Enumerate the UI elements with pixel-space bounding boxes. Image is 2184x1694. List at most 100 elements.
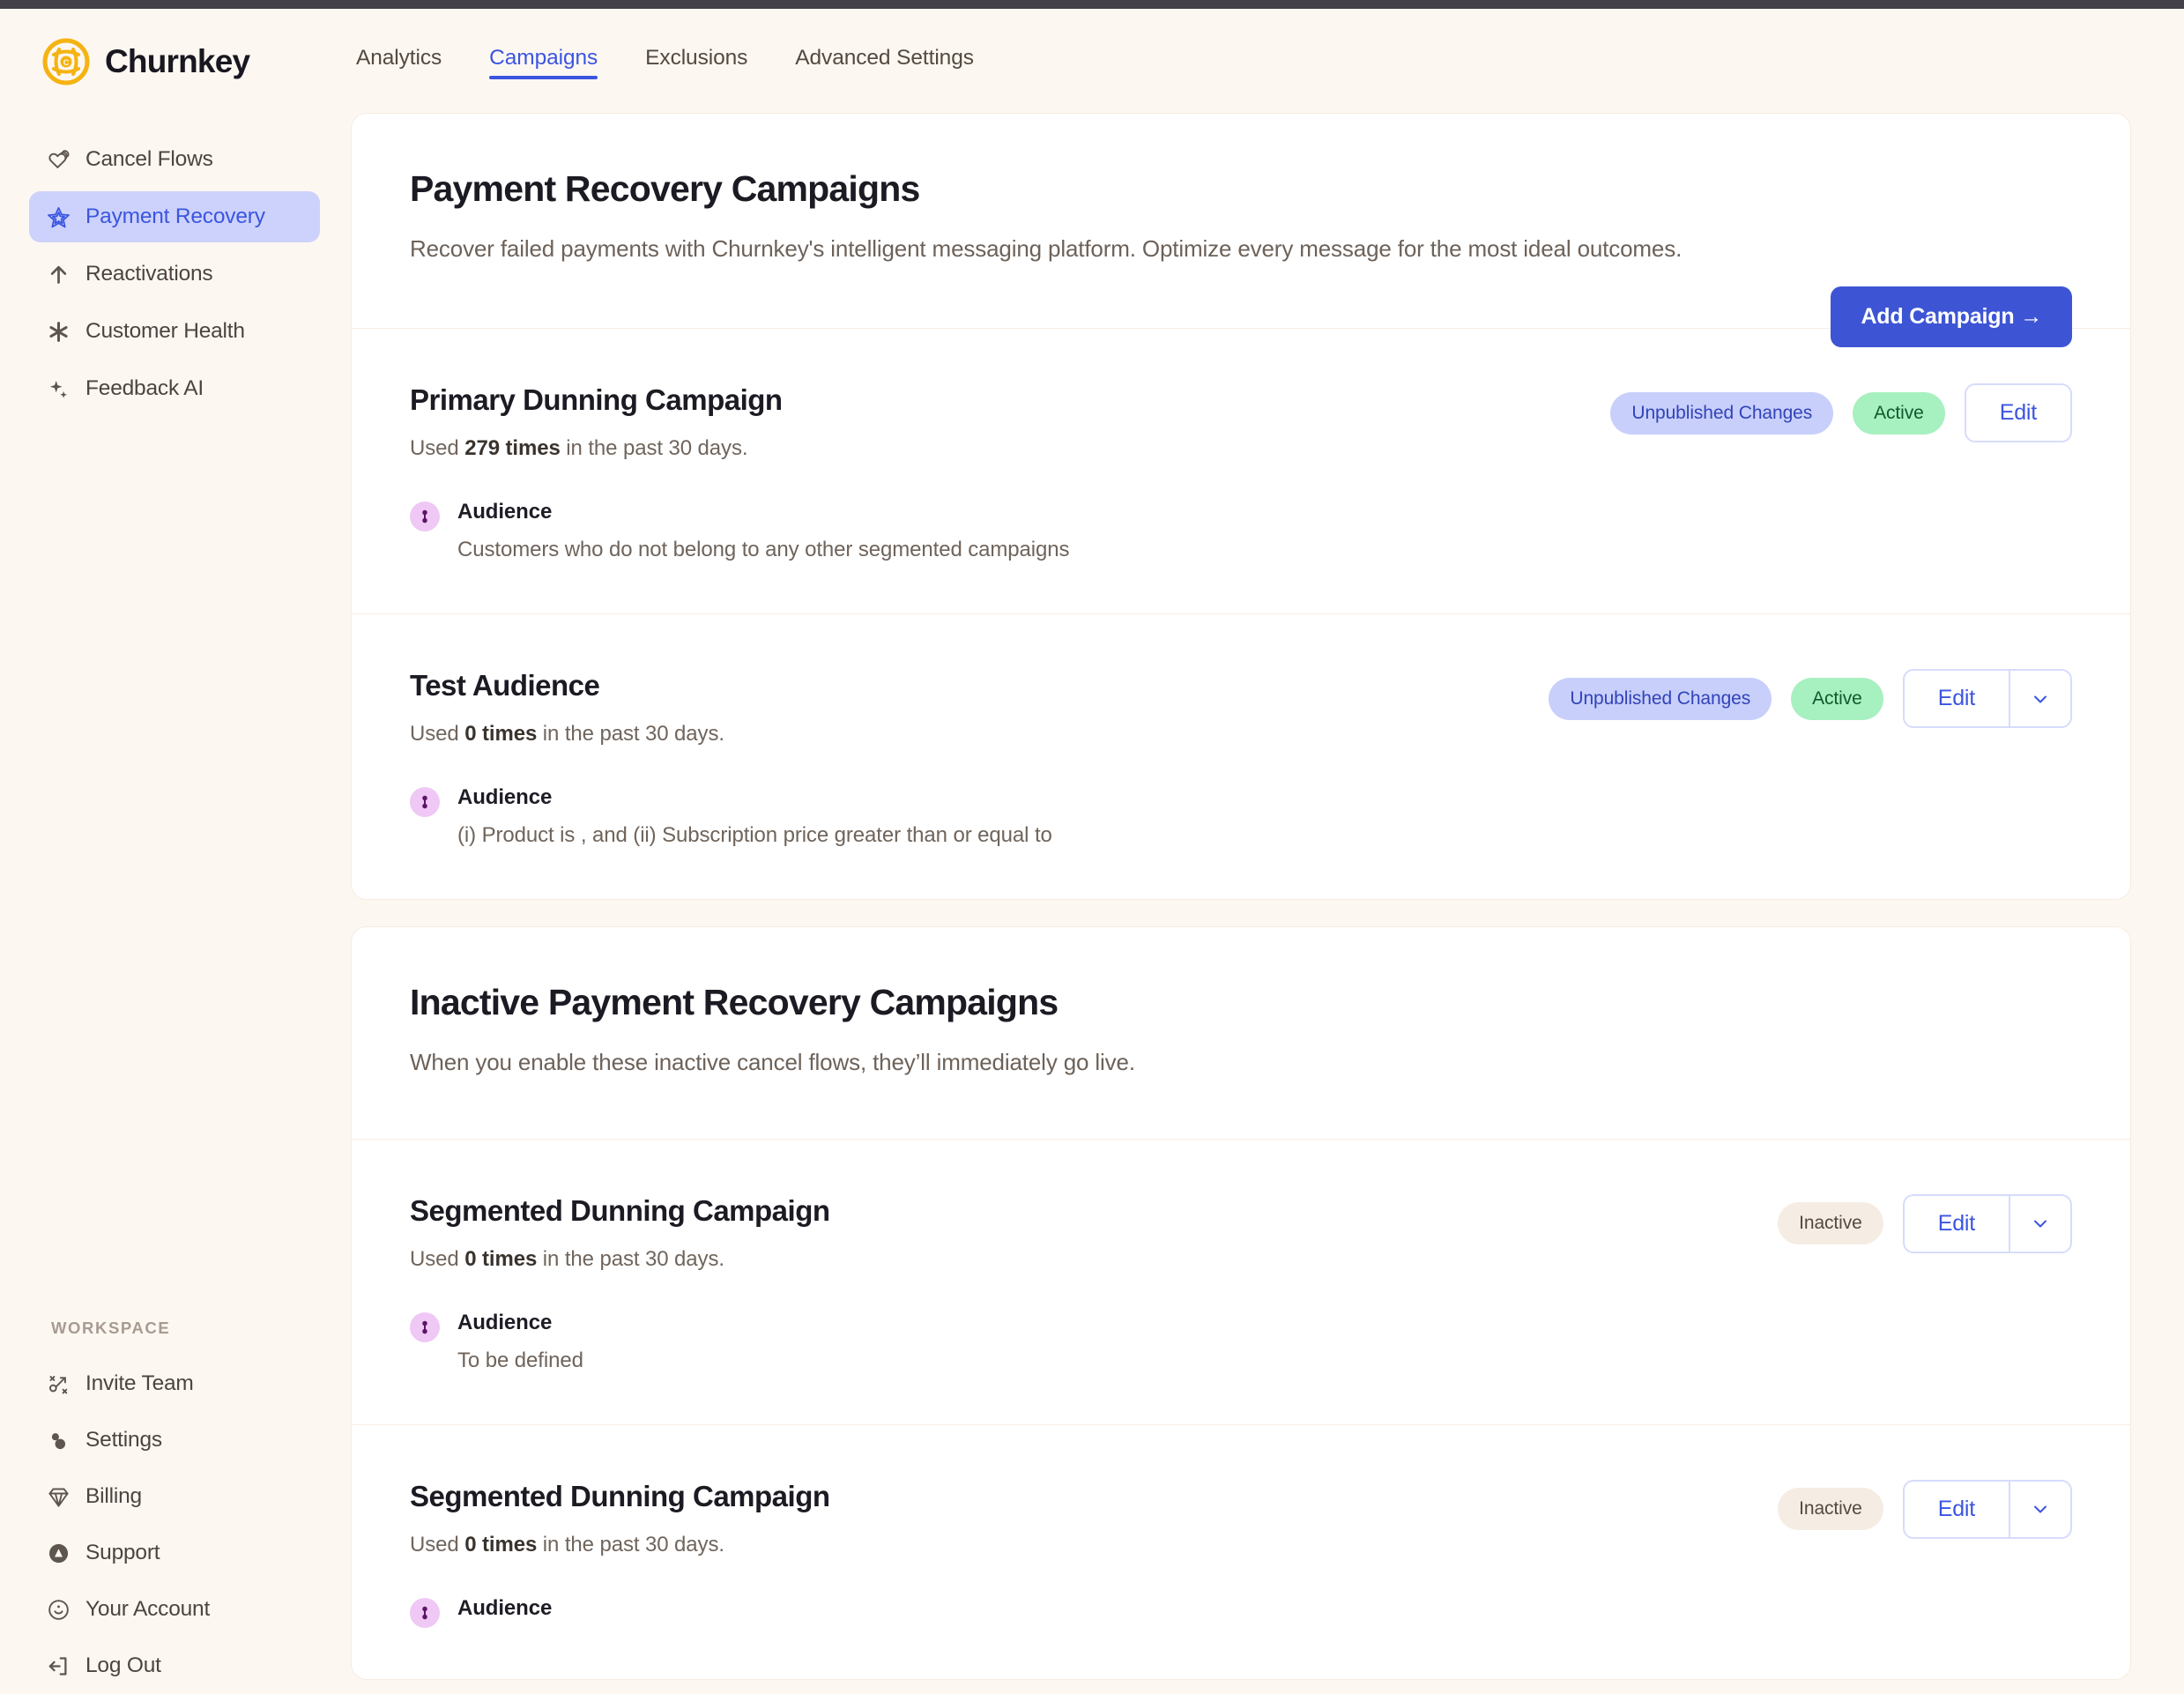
status-badge-inactive: Inactive: [1778, 1202, 1883, 1245]
sidebar-item-settings[interactable]: Settings: [29, 1412, 320, 1468]
inactive-section-header: Inactive Payment Recovery Campaigns When…: [352, 927, 2130, 1140]
sparkles-icon: [45, 375, 71, 402]
audience-icon: [410, 1597, 440, 1628]
active-section-header: Payment Recovery Campaigns Recover faile…: [352, 114, 2130, 347]
asterisk-icon: [45, 318, 71, 345]
tab-campaigns[interactable]: Campaigns: [489, 46, 628, 85]
chevron-down-icon[interactable]: [2009, 1481, 2070, 1537]
audience-label: Audience: [457, 1310, 553, 1334]
sidebar-item-label: Your Account: [85, 1597, 211, 1621]
status-badge-inactive: Inactive: [1778, 1488, 1883, 1531]
campaign-actions: Inactive Edit: [1778, 1193, 2072, 1253]
settings-dots-icon: [45, 1427, 71, 1453]
sidebar-item-label: Log Out: [85, 1653, 161, 1677]
sidebar-item-log-out[interactable]: Log Out: [29, 1638, 320, 1694]
edit-button-group: Edit: [1964, 383, 2072, 443]
edit-button[interactable]: Edit: [1905, 1482, 2009, 1537]
edit-button[interactable]: Edit: [1905, 1196, 2009, 1252]
window-title-strip: [0, 0, 2184, 9]
usage-count: 0 times: [464, 1246, 538, 1271]
edit-button-group: Edit: [1902, 669, 2072, 729]
active-campaigns-group: Payment Recovery Campaigns Recover faile…: [351, 113, 2131, 901]
campaign-actions: Inactive Edit: [1778, 1479, 2072, 1539]
sidebar-item-payment-recovery[interactable]: Payment Recovery: [29, 191, 320, 242]
sidebar-item-label: Cancel Flows: [85, 147, 213, 171]
tab-exclusions[interactable]: Exclusions: [645, 46, 777, 85]
sidebar-item-label: Reactivations: [85, 262, 213, 286]
campaign-row: Segmented Dunning Campaign Used 0 times …: [352, 1140, 2130, 1425]
sidebar-item-customer-health[interactable]: Customer Health: [29, 306, 320, 357]
chevron-down-icon[interactable]: [2009, 671, 2070, 727]
sidebar-item-cancel-flows[interactable]: Cancel Flows: [29, 134, 320, 185]
logout-icon: [45, 1653, 71, 1679]
sidebar-primary-nav: Cancel Flows Payment Recovery Reactivati…: [29, 134, 320, 420]
sidebar-item-invite-team[interactable]: Invite Team: [29, 1356, 320, 1412]
audience-detail: To be defined: [457, 1348, 583, 1372]
inactive-campaigns-group: Inactive Payment Recovery Campaigns When…: [351, 926, 2131, 1680]
usage-count: 0 times: [464, 722, 538, 747]
chevron-down-icon[interactable]: [2009, 1195, 2070, 1252]
status-badge-active: Active: [1791, 677, 1883, 720]
audience-icon: [410, 787, 440, 818]
audience-detail: (i) Product is , and (ii) Subscription p…: [457, 823, 1052, 848]
star-outline-icon: [45, 204, 71, 230]
campaign-row: Primary Dunning Campaign Used 279 times …: [352, 329, 2130, 615]
audience-label: Audience: [457, 1595, 553, 1620]
arrow-up-icon: [45, 261, 71, 287]
usage-suffix: in the past 30 days.: [537, 1246, 724, 1271]
audience-icon: [410, 1311, 440, 1342]
audience-label: Audience: [457, 785, 553, 810]
sidebar-item-your-account[interactable]: Your Account: [29, 1581, 320, 1638]
edit-button[interactable]: Edit: [1905, 671, 2009, 726]
sidebar-item-feedback-ai[interactable]: Feedback AI: [29, 363, 320, 414]
tab-advanced-settings[interactable]: Advanced Settings: [795, 46, 1004, 85]
audience-icon: [410, 502, 440, 532]
diamond-icon: [45, 1483, 71, 1510]
usage-suffix: in the past 30 days.: [537, 1532, 724, 1557]
audience-block: Audience To be defined: [410, 1311, 2072, 1373]
support-circle-icon: [45, 1540, 71, 1566]
churnkey-logo-icon: C: [41, 37, 91, 86]
status-badge-active: Active: [1853, 391, 1945, 435]
usage-prefix: Used: [410, 722, 465, 747]
tab-analytics[interactable]: Analytics: [356, 46, 472, 85]
sidebar-item-label: Billing: [85, 1484, 142, 1508]
brand-name: Churnkey: [105, 43, 250, 79]
audience-label: Audience: [457, 500, 553, 524]
sidebar-item-label: Payment Recovery: [85, 204, 265, 228]
page-description: Recover failed payments with Churnkey's …: [410, 235, 1683, 262]
heart-stack-icon: [45, 146, 71, 173]
sidebar-item-billing[interactable]: Billing: [29, 1468, 320, 1525]
campaign-row: Test Audience Used 0 times in the past 3…: [352, 614, 2130, 899]
app-root: C Churnkey Cancel Flows Payment Recovery…: [0, 9, 2184, 1687]
status-badge-unpublished: Unpublished Changes: [1610, 391, 1834, 435]
campaign-actions: Unpublished Changes Active Edit: [1549, 669, 2072, 729]
sidebar-item-support[interactable]: Support: [29, 1525, 320, 1581]
campaign-actions: Unpublished Changes Active Edit: [1610, 383, 2072, 443]
edit-button-group: Edit: [1902, 1479, 2072, 1539]
audience-detail: Customers who do not belong to any other…: [457, 538, 1070, 562]
top-tabs: Analytics Campaigns Exclusions Advanced …: [356, 46, 1021, 85]
invite-team-icon: [45, 1371, 71, 1397]
campaign-row: Segmented Dunning Campaign Used 0 times …: [352, 1425, 2130, 1679]
usage-prefix: Used: [410, 1246, 465, 1271]
usage-count: 279 times: [464, 436, 561, 461]
usage-prefix: Used: [410, 1532, 465, 1557]
workspace-section-label: WORKSPACE: [51, 1319, 171, 1337]
sidebar-secondary-nav: Invite Team Settings Billing Support You…: [29, 1356, 320, 1694]
sidebar-item-label: Settings: [85, 1428, 162, 1452]
usage-count: 0 times: [464, 1532, 538, 1557]
account-face-icon: [45, 1596, 71, 1623]
sidebar-item-label: Feedback AI: [85, 376, 204, 400]
audience-block: Audience: [410, 1596, 2072, 1628]
page-title: Payment Recovery Campaigns: [410, 168, 920, 209]
audience-block: Audience (i) Product is , and (ii) Subsc…: [410, 785, 2072, 848]
svg-text:C: C: [63, 58, 70, 67]
inactive-section-title: Inactive Payment Recovery Campaigns: [410, 982, 1059, 1023]
sidebar-item-reactivations[interactable]: Reactivations: [29, 249, 320, 300]
edit-button[interactable]: Edit: [1966, 385, 2070, 441]
sidebar-item-label: Support: [85, 1541, 160, 1564]
edit-button-group: Edit: [1902, 1193, 2072, 1253]
brand[interactable]: C Churnkey: [41, 37, 250, 86]
sidebar-item-label: Customer Health: [85, 319, 245, 343]
